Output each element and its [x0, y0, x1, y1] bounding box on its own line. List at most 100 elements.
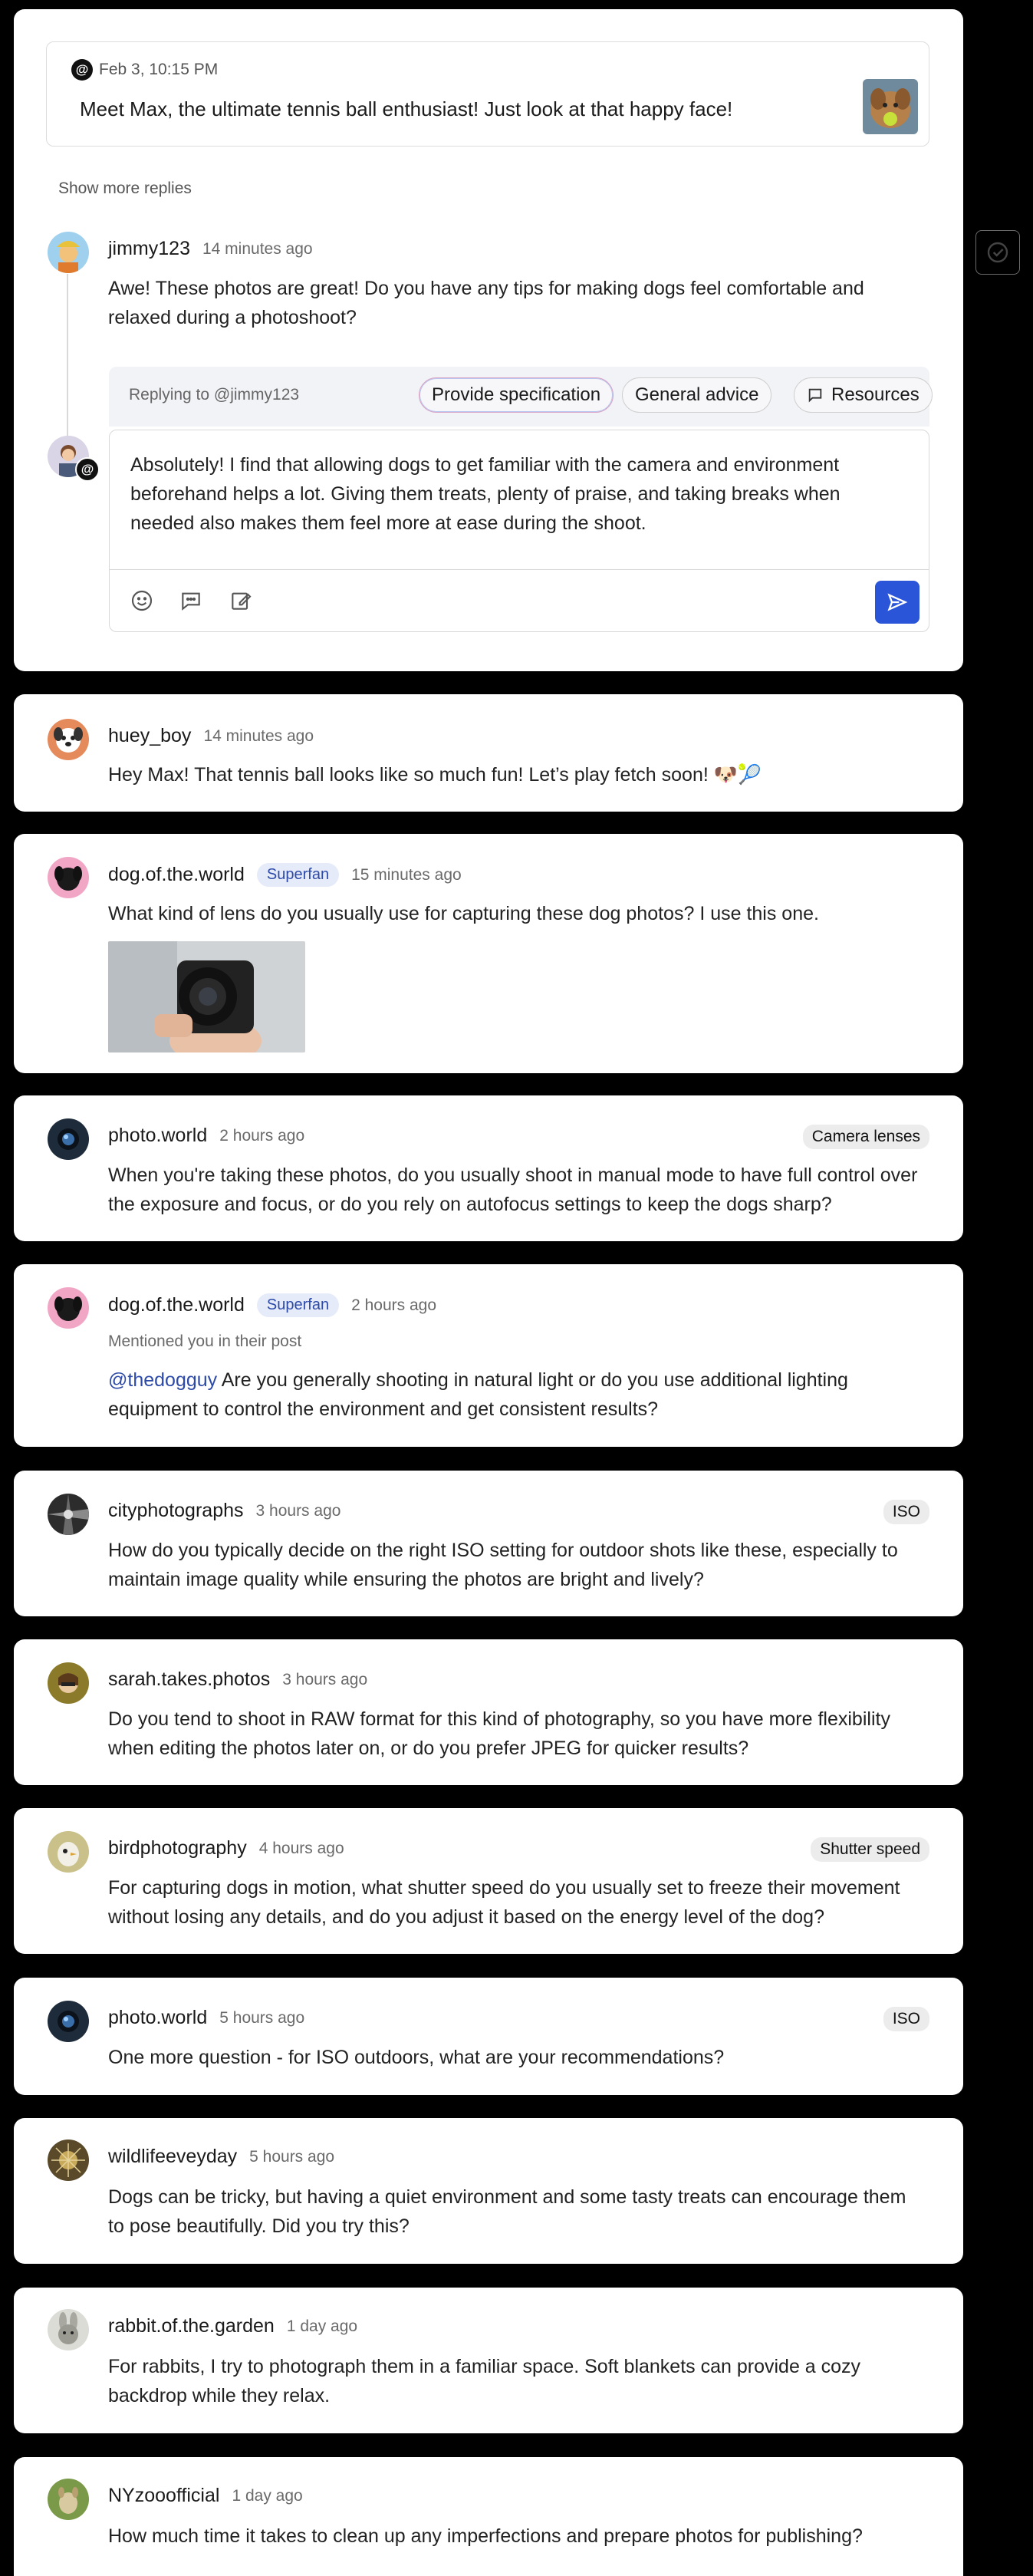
comment-header: cityphotographs 3 hours ago	[108, 1500, 340, 1522]
mention-note: Mentioned you in their post	[108, 1332, 302, 1350]
composer-toolbar	[109, 570, 929, 632]
reply-draft-text[interactable]: Absolutely! I find that allowing dogs to…	[130, 450, 897, 538]
avatar[interactable]	[48, 1831, 89, 1873]
username[interactable]: photo.world	[108, 1125, 207, 1147]
timestamp: 2 hours ago	[219, 1126, 305, 1145]
mention-link[interactable]: @thedogguy	[108, 1369, 217, 1391]
timestamp: 3 hours ago	[255, 1501, 341, 1520]
provide-specification-chip[interactable]: Provide specification	[419, 377, 614, 413]
comment-card: photo.world 2 hours ago Camera lenses Wh…	[14, 1095, 963, 1241]
comment-header: sarah.takes.photos 3 hours ago	[108, 1668, 367, 1691]
check-circle-icon	[987, 242, 1008, 263]
comment-text: @thedogguy Are you generally shooting in…	[108, 1365, 921, 1424]
reply-context-bar: Replying to @jimmy123 Provide specificat…	[109, 367, 933, 427]
comment-text: What kind of lens do you usually use for…	[108, 903, 819, 924]
comment-text-body: Are you generally shooting in natural li…	[108, 1369, 848, 1420]
comment-header: dog.of.the.world Superfan 15 minutes ago	[108, 863, 462, 887]
username[interactable]: dog.of.the.world	[108, 864, 245, 886]
topic-tag[interactable]: Shutter speed	[811, 1837, 929, 1862]
lens-photo[interactable]	[108, 941, 305, 1052]
timestamp: 15 minutes ago	[351, 865, 462, 884]
timestamp: 3 hours ago	[282, 1670, 368, 1688]
comment-text: Hey Max! That tennis ball looks like so …	[108, 764, 762, 786]
quoted-post[interactable]: @ Feb 3, 10:15 PM Meet Max, the ultimate…	[46, 41, 929, 147]
username[interactable]: photo.world	[108, 2007, 207, 2029]
avatar[interactable]	[48, 719, 89, 760]
comment-header: photo.world 2 hours ago	[108, 1125, 304, 1147]
thread-card: @ Feb 3, 10:15 PM Meet Max, the ultimate…	[14, 9, 963, 671]
avatar[interactable]	[48, 2140, 89, 2181]
comment-card: cityphotographs 3 hours ago ISO How do y…	[14, 1471, 963, 1616]
comment-card: wildlifeeveyday 5 hours ago Dogs can be …	[14, 2118, 963, 2264]
username[interactable]: sarah.takes.photos	[108, 1668, 270, 1691]
check-action-button[interactable]	[975, 230, 1020, 275]
comment-header: photo.world 5 hours ago	[108, 2007, 304, 2029]
username[interactable]: huey_boy	[108, 725, 191, 747]
topic-tag[interactable]: Camera lenses	[802, 1125, 929, 1149]
replying-to-label: Replying to @jimmy123	[129, 386, 300, 404]
avatar[interactable]	[48, 1662, 89, 1704]
comment-text: Awe! These photos are great! Do you have…	[108, 278, 864, 328]
timestamp: 14 minutes ago	[203, 726, 314, 745]
comment-text: One more question - for ISO outdoors, wh…	[108, 2047, 725, 2068]
comment-header: jimmy123 14 minutes ago	[108, 238, 313, 260]
send-icon	[887, 593, 908, 611]
quoted-post-text: Meet Max, the ultimate tennis ball enthu…	[80, 97, 733, 120]
comment-card: rabbit.of.the.garden 1 day ago For rabbi…	[14, 2288, 963, 2433]
avatar[interactable]	[48, 1118, 89, 1160]
comment-card: sarah.takes.photos 3 hours ago Do you te…	[14, 1639, 963, 1785]
show-more-replies-link[interactable]: Show more replies	[58, 180, 192, 198]
timestamp: 5 hours ago	[219, 2008, 305, 2027]
topic-tag[interactable]: ISO	[883, 1500, 929, 1524]
comment-header: rabbit.of.the.garden 1 day ago	[108, 2315, 357, 2337]
resources-chip[interactable]: Resources	[794, 377, 933, 413]
avatar[interactable]	[48, 1494, 89, 1535]
superfan-badge: Superfan	[256, 863, 340, 887]
comment-card: dog.of.the.world Superfan 15 minutes ago…	[14, 834, 963, 1073]
comment-header: birdphotography 4 hours ago	[108, 1837, 344, 1860]
edit-icon[interactable]	[229, 588, 253, 613]
comment-text: How much time it takes to clean up any i…	[108, 2525, 863, 2547]
avatar[interactable]	[48, 232, 89, 273]
quoted-post-header: @ Feb 3, 10:15 PM	[71, 59, 218, 81]
threads-logo-icon: @	[71, 59, 93, 81]
avatar[interactable]	[48, 2309, 89, 2350]
username[interactable]: birdphotography	[108, 1837, 247, 1860]
dog-thumbnail[interactable]	[863, 79, 918, 134]
general-advice-chip[interactable]: General advice	[622, 377, 772, 413]
avatar[interactable]	[48, 857, 89, 898]
timestamp: 1 day ago	[232, 2486, 303, 2505]
timestamp: 4 hours ago	[258, 1839, 344, 1857]
avatar[interactable]	[48, 1287, 89, 1329]
superfan-badge: Superfan	[256, 1293, 340, 1317]
reply-textarea[interactable]: Absolutely! I find that allowing dogs to…	[109, 430, 929, 570]
topic-tag[interactable]: ISO	[883, 2007, 929, 2031]
username[interactable]: cityphotographs	[108, 1500, 244, 1522]
timestamp: 5 hours ago	[249, 2147, 335, 2166]
avatar[interactable]	[48, 2479, 89, 2520]
quoted-post-date: Feb 3, 10:15 PM	[99, 61, 219, 78]
comment-icon	[808, 388, 822, 403]
resources-chip-label: Resources	[831, 384, 920, 405]
username[interactable]: rabbit.of.the.garden	[108, 2315, 275, 2337]
username[interactable]: dog.of.the.world	[108, 1294, 245, 1316]
comment-text: Do you tend to shoot in RAW format for t…	[108, 1708, 890, 1759]
comment-header: wildlifeeveyday 5 hours ago	[108, 2146, 334, 2168]
comment-text: For capturing dogs in motion, what shutt…	[108, 1877, 900, 1928]
avatar[interactable]	[48, 2001, 89, 2042]
comment-text: How do you typically decide on the right…	[108, 1540, 898, 1590]
comment-header: huey_boy 14 minutes ago	[108, 725, 314, 747]
comment-card: huey_boy 14 minutes ago Hey Max! That te…	[14, 694, 963, 812]
send-button[interactable]	[875, 581, 920, 624]
comment-icon[interactable]	[179, 588, 203, 613]
comment-text: For rabbits, I try to photograph them in…	[108, 2356, 861, 2406]
smile-icon[interactable]	[130, 588, 154, 613]
comment-card: dog.of.the.world Superfan 2 hours ago Me…	[14, 1264, 963, 1447]
thread-connector-line	[67, 274, 68, 446]
comment-text: When you're taking these photos, do you …	[108, 1164, 918, 1215]
username[interactable]: wildlifeeveyday	[108, 2146, 237, 2168]
comment-header: dog.of.the.world Superfan 2 hours ago	[108, 1293, 436, 1317]
username[interactable]: NYzooofficial	[108, 2485, 219, 2507]
comment-header: NYzooofficial 1 day ago	[108, 2485, 303, 2507]
username[interactable]: jimmy123	[108, 238, 190, 260]
